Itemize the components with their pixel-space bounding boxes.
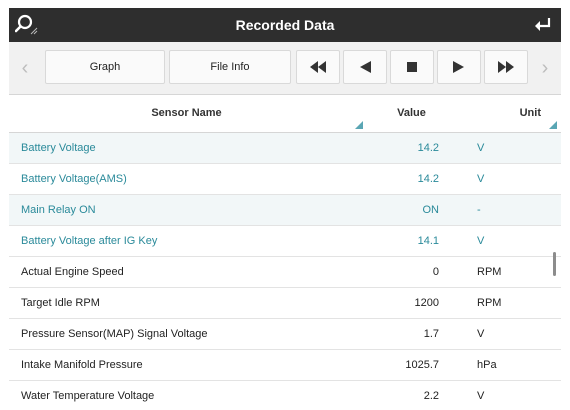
sensor-unit: V [477, 235, 485, 247]
sensor-name: Battery Voltage after IG Key [21, 235, 158, 247]
sort-corner-icon [355, 121, 363, 129]
step-back-icon [360, 61, 371, 73]
sensor-unit: - [477, 204, 481, 216]
fast-forward-button[interactable] [484, 50, 528, 84]
table-row[interactable]: Battery Voltage after IG Key 14.1 V [9, 226, 561, 257]
sensor-value: 14.2 [417, 142, 439, 154]
sensor-value: 1025.7 [405, 359, 439, 371]
sensor-unit: V [477, 328, 485, 340]
stop-icon [407, 62, 417, 72]
sensor-unit: hPa [477, 359, 497, 371]
file-info-button[interactable]: File Info [169, 50, 291, 84]
sensor-name: Main Relay ON [21, 204, 96, 216]
stop-button[interactable] [390, 50, 434, 84]
sensor-value: 14.2 [417, 173, 439, 185]
sensor-value: 0 [432, 266, 439, 278]
sensor-name: Battery Voltage [21, 142, 96, 154]
sensor-value: 14.1 [417, 235, 439, 247]
sensor-name: Water Temperature Voltage [21, 390, 155, 402]
fast-forward-icon [498, 61, 514, 73]
step-back-button[interactable] [343, 50, 387, 84]
sensor-unit: V [477, 390, 485, 402]
file-info-button-label: File Info [210, 61, 250, 73]
sensor-value: 1200 [414, 297, 439, 309]
fast-rewind-icon [310, 61, 326, 73]
sensor-name: Actual Engine Speed [21, 266, 124, 278]
table-row[interactable]: Water Temperature Voltage 2.2 V [9, 381, 561, 402]
sensor-name: Pressure Sensor(MAP) Signal Voltage [21, 328, 208, 340]
table-row[interactable]: Battery Voltage 14.2 V [9, 133, 561, 164]
table-row[interactable]: Target Idle RPM 1200 RPM [9, 288, 561, 319]
page-title: Recorded Data [235, 17, 335, 33]
sensor-table-body: Battery Voltage 14.2 V Battery Voltage(A… [9, 133, 561, 402]
graph-button[interactable]: Graph [45, 50, 165, 84]
sensor-unit: RPM [477, 266, 502, 278]
chevron-left-icon[interactable]: ‹ [17, 56, 33, 80]
sensor-name: Battery Voltage(AMS) [21, 173, 127, 185]
return-icon[interactable] [531, 14, 553, 36]
sensor-value: 2.2 [423, 390, 439, 402]
sensor-name: Target Idle RPM [21, 297, 100, 309]
title-bar: Recorded Data [9, 8, 561, 42]
sensor-name: Intake Manifold Pressure [21, 359, 143, 371]
table-row[interactable]: Intake Manifold Pressure 1025.7 hPa [9, 350, 561, 381]
chevron-right-icon[interactable]: › [537, 56, 553, 80]
table-header: Sensor Name Value Unit [9, 95, 561, 133]
play-button[interactable] [437, 50, 481, 84]
table-row[interactable]: Actual Engine Speed 0 RPM [9, 257, 561, 288]
recorded-data-screen: Recorded Data ‹ Graph File Info › Sensor… [9, 8, 561, 402]
graph-button-label: Graph [89, 61, 121, 73]
toolbar: ‹ Graph File Info › [9, 42, 561, 95]
table-row[interactable]: Pressure Sensor(MAP) Signal Voltage 1.7 … [9, 319, 561, 350]
scrollbar[interactable] [553, 252, 556, 276]
sensor-unit: V [477, 173, 485, 185]
column-value[interactable]: Value [364, 95, 459, 132]
sensor-value: ON [422, 204, 440, 216]
sensor-value: 1.7 [423, 328, 439, 340]
table-row[interactable]: Battery Voltage(AMS) 14.2 V [9, 164, 561, 195]
table-row[interactable]: Main Relay ON ON - [9, 195, 561, 226]
sort-corner-icon [549, 121, 557, 129]
fast-rewind-button[interactable] [296, 50, 340, 84]
column-sensor-name[interactable]: Sensor Name [9, 95, 364, 132]
column-unit[interactable]: Unit [459, 95, 561, 132]
sensor-unit: V [477, 142, 485, 154]
sensor-unit: RPM [477, 297, 502, 309]
play-icon [453, 61, 464, 73]
